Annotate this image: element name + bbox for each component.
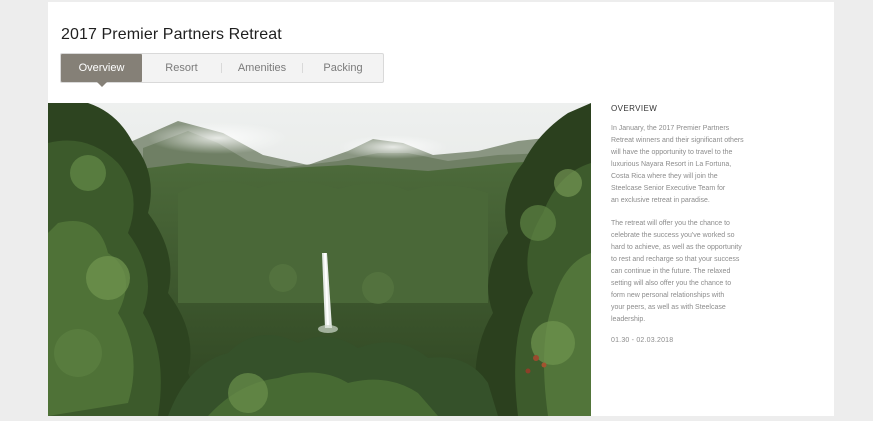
hero-image-waterfall-forest [48, 103, 591, 416]
tab-resort[interactable]: Resort [142, 54, 221, 82]
content-card: 2017 Premier Partners Retreat Overview R… [48, 2, 834, 416]
overview-paragraph-1: In January, the 2017 Premier Partners Re… [611, 125, 744, 204]
page-title: 2017 Premier Partners Retreat [61, 26, 282, 43]
tab-overview[interactable]: Overview [61, 54, 142, 87]
overview-heading: OVERVIEW [611, 104, 658, 113]
overview-panel: OVERVIEW In January, the 2017 Premier Pa… [611, 103, 786, 344]
retreat-dates: 01.30 - 02.03.2018 [611, 337, 674, 344]
overview-paragraph-2: The retreat will offer you the chance to… [611, 220, 742, 323]
tab-bar: Overview Resort Amenities Packing [60, 53, 384, 87]
tab-packing[interactable]: Packing [303, 54, 383, 82]
forest-waterfall-illustration [48, 103, 591, 416]
tab-amenities[interactable]: Amenities [222, 54, 302, 82]
